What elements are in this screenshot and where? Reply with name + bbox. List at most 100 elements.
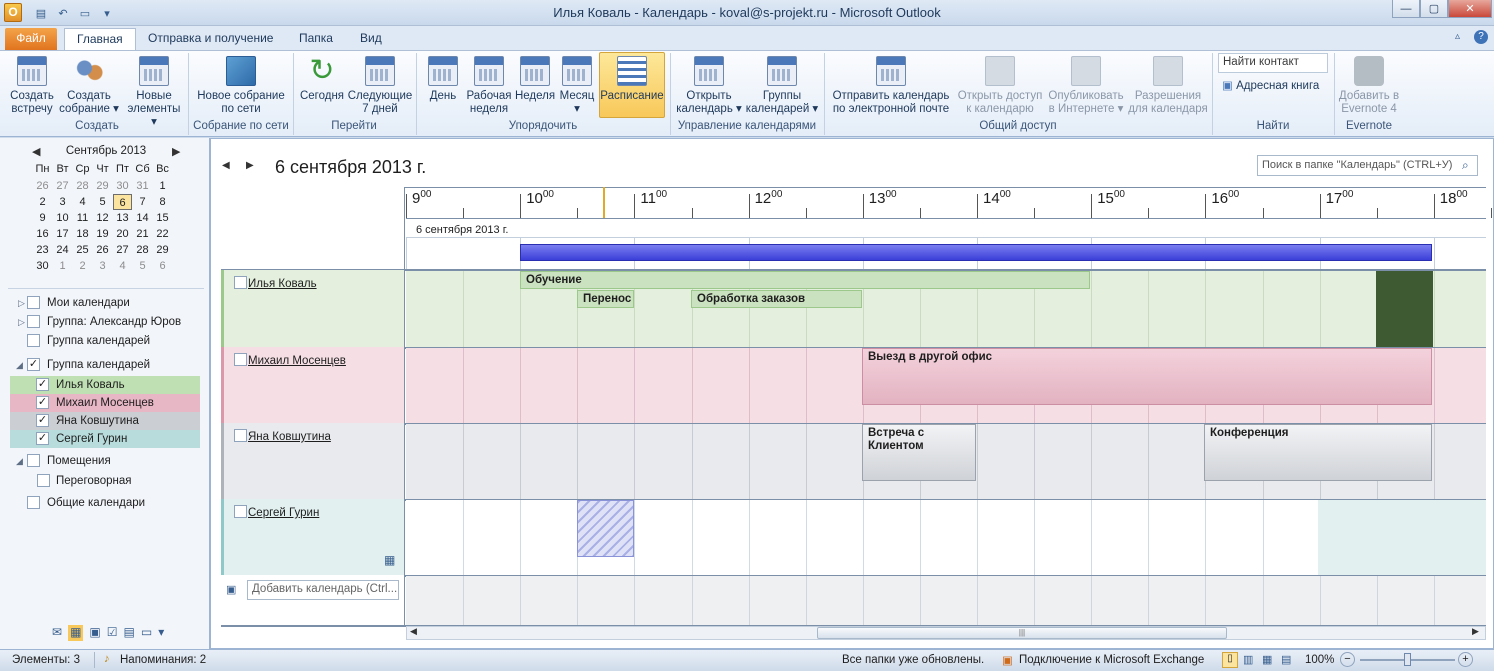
mini-cal-day[interactable]: 11 <box>73 210 92 226</box>
mini-cal-day[interactable]: 4 <box>73 194 92 210</box>
tab-send-receive[interactable]: Отправка и получение <box>136 28 285 50</box>
mini-cal-day[interactable]: 24 <box>53 242 72 258</box>
contacts-icon[interactable]: ▣ <box>89 625 100 641</box>
event-orders[interactable]: Обработка заказов <box>691 290 862 308</box>
mini-cal-day[interactable]: 12 <box>93 210 112 226</box>
configure-buttons-icon[interactable]: ▾ <box>158 625 164 641</box>
nav-my-calendars[interactable]: ▷ Мои календари <box>0 294 210 312</box>
notes-icon[interactable]: ▤ <box>124 625 135 641</box>
day-view-button[interactable]: День <box>420 56 466 103</box>
tab-home[interactable]: Главная <box>64 28 136 50</box>
event-transfer[interactable]: Перенос <box>577 290 634 308</box>
mini-cal-day[interactable]: 22 <box>153 226 172 242</box>
zoom-slider-thumb[interactable] <box>1404 653 1411 666</box>
mini-cal-day[interactable]: 9 <box>33 210 52 226</box>
nav-group-alexander[interactable]: ▷ Группа: Александр Юров <box>0 313 210 331</box>
zoom-out-icon[interactable]: − <box>1340 652 1355 667</box>
mini-cal-day[interactable]: 29 <box>153 242 172 258</box>
event-trip[interactable]: Выезд в другой офис <box>862 348 1432 405</box>
mini-cal-day[interactable]: 18 <box>73 226 92 242</box>
mini-cal-day[interactable]: 17 <box>53 226 72 242</box>
nav-group-calendars[interactable]: Группа календарей <box>0 332 210 350</box>
scroll-thumb[interactable]: ||| <box>817 627 1227 639</box>
nav-rooms[interactable]: ◢ Помещения <box>0 452 210 470</box>
mini-cal-day[interactable]: 1 <box>53 258 72 274</box>
checkbox[interactable]: ✓ <box>36 396 49 409</box>
mini-cal-day[interactable]: 2 <box>73 258 92 274</box>
mini-cal-day[interactable]: 5 <box>133 258 152 274</box>
publish-online-button[interactable]: Опубликовать в Интернете ▾ <box>1044 56 1128 116</box>
mini-cal-day[interactable]: 3 <box>53 194 72 210</box>
tab-view[interactable]: Вид <box>348 28 394 50</box>
collapse-icon[interactable]: ◢ <box>16 452 23 470</box>
zoom-in-icon[interactable]: + <box>1458 652 1473 667</box>
mini-cal-day[interactable]: 27 <box>113 242 132 258</box>
add-to-evernote-button[interactable]: Добавить в Evernote 4 <box>1336 56 1402 116</box>
close-button[interactable]: ✕ <box>1448 0 1492 18</box>
prev-day-icon[interactable]: ◀ <box>222 160 230 171</box>
mini-cal-day[interactable]: 15 <box>153 210 172 226</box>
folder-icon[interactable]: ▭ <box>141 625 152 641</box>
mini-cal-day[interactable]: 2 <box>33 194 52 210</box>
schedule-view-button[interactable]: Расписание <box>600 56 664 103</box>
new-items-button[interactable]: Новые элементы ▾ <box>124 56 184 129</box>
mini-cal-day[interactable]: 30 <box>33 258 52 274</box>
checkbox[interactable] <box>27 296 40 309</box>
mini-cal-day[interactable]: 25 <box>73 242 92 258</box>
checkbox[interactable] <box>234 353 247 366</box>
month-view-button[interactable]: Месяц ▾ <box>556 56 598 116</box>
mini-cal-day[interactable]: 16 <box>33 226 52 242</box>
tab-folder[interactable]: Папка <box>287 28 345 50</box>
checkbox[interactable]: ✓ <box>36 414 49 427</box>
mini-cal-day[interactable]: 10 <box>53 210 72 226</box>
checkbox[interactable]: ✓ <box>36 378 49 391</box>
help-icon[interactable]: ? <box>1474 30 1488 44</box>
add-calendar-input[interactable]: Добавить календарь (Ctrl... <box>247 580 399 600</box>
mini-cal-day[interactable]: 5 <box>93 194 112 210</box>
checkbox[interactable]: ✓ <box>27 358 40 371</box>
mini-cal-day[interactable]: 30 <box>113 178 132 194</box>
mini-cal-day[interactable]: 3 <box>93 258 112 274</box>
normal-view-icon[interactable]: ▯ <box>1222 652 1238 668</box>
nav-shared-calendars[interactable]: Общие календари <box>0 494 210 512</box>
today-button[interactable]: ↻ Сегодня <box>298 56 346 103</box>
checkbox[interactable] <box>27 334 40 347</box>
calendar-groups-button[interactable]: Группы календарей ▾ <box>744 56 820 116</box>
address-book-button[interactable]: ▣ Адресная книга <box>1222 78 1319 92</box>
tasks-icon[interactable]: ☑ <box>107 625 118 641</box>
expand-icon[interactable]: ▷ <box>18 294 25 312</box>
mini-cal-day[interactable]: 29 <box>93 178 112 194</box>
event-conference[interactable]: Конференция <box>1204 424 1432 481</box>
share-calendar-button[interactable]: Открыть доступ к календарю <box>956 56 1044 116</box>
mini-cal-day[interactable]: 19 <box>93 226 112 242</box>
mini-cal-day[interactable]: 8 <box>153 194 172 210</box>
nav-member-gurin[interactable]: ✓ Сергей Гурин <box>10 430 200 448</box>
mini-cal-day[interactable]: 4 <box>113 258 132 274</box>
mini-cal-day[interactable]: 28 <box>73 178 92 194</box>
nav-member-koval[interactable]: ✓ Илья Коваль <box>10 376 200 394</box>
next-day-icon[interactable]: ▶ <box>246 160 254 171</box>
mini-cal-day[interactable]: 14 <box>133 210 152 226</box>
event-tentative[interactable] <box>577 500 634 557</box>
next-7-days-button[interactable]: Следующие 7 дней <box>348 56 412 116</box>
mini-cal-day[interactable]: 6 <box>113 194 132 210</box>
search-icon[interactable]: ⌕ <box>1462 158 1469 173</box>
mini-cal-day[interactable]: 26 <box>93 242 112 258</box>
maximize-button[interactable]: ▢ <box>1420 0 1448 18</box>
mini-cal-day[interactable]: 26 <box>33 178 52 194</box>
online-meeting-button[interactable]: Новое собрание по сети <box>192 56 290 116</box>
status-reminders[interactable]: Напоминания: 2 <box>120 654 206 666</box>
scroll-right-icon[interactable]: ▶ <box>1472 626 1479 637</box>
collapse-ribbon-icon[interactable]: ▵ <box>1455 31 1460 42</box>
week-view-button[interactable]: Неделя <box>512 56 558 103</box>
find-contact-input[interactable]: Найти контакт <box>1218 53 1328 73</box>
email-calendar-button[interactable]: Отправить календарь по электронной почте <box>828 56 954 116</box>
checkbox[interactable] <box>27 315 40 328</box>
expand-icon[interactable]: ▷ <box>18 313 25 331</box>
checkbox[interactable] <box>234 505 247 518</box>
tab-file[interactable]: Файл <box>5 28 57 50</box>
mini-cal-day[interactable]: 1 <box>153 178 172 194</box>
checkbox[interactable] <box>27 496 40 509</box>
nav-meeting-room[interactable]: Переговорная <box>0 472 210 490</box>
mini-cal-day[interactable]: 21 <box>133 226 152 242</box>
